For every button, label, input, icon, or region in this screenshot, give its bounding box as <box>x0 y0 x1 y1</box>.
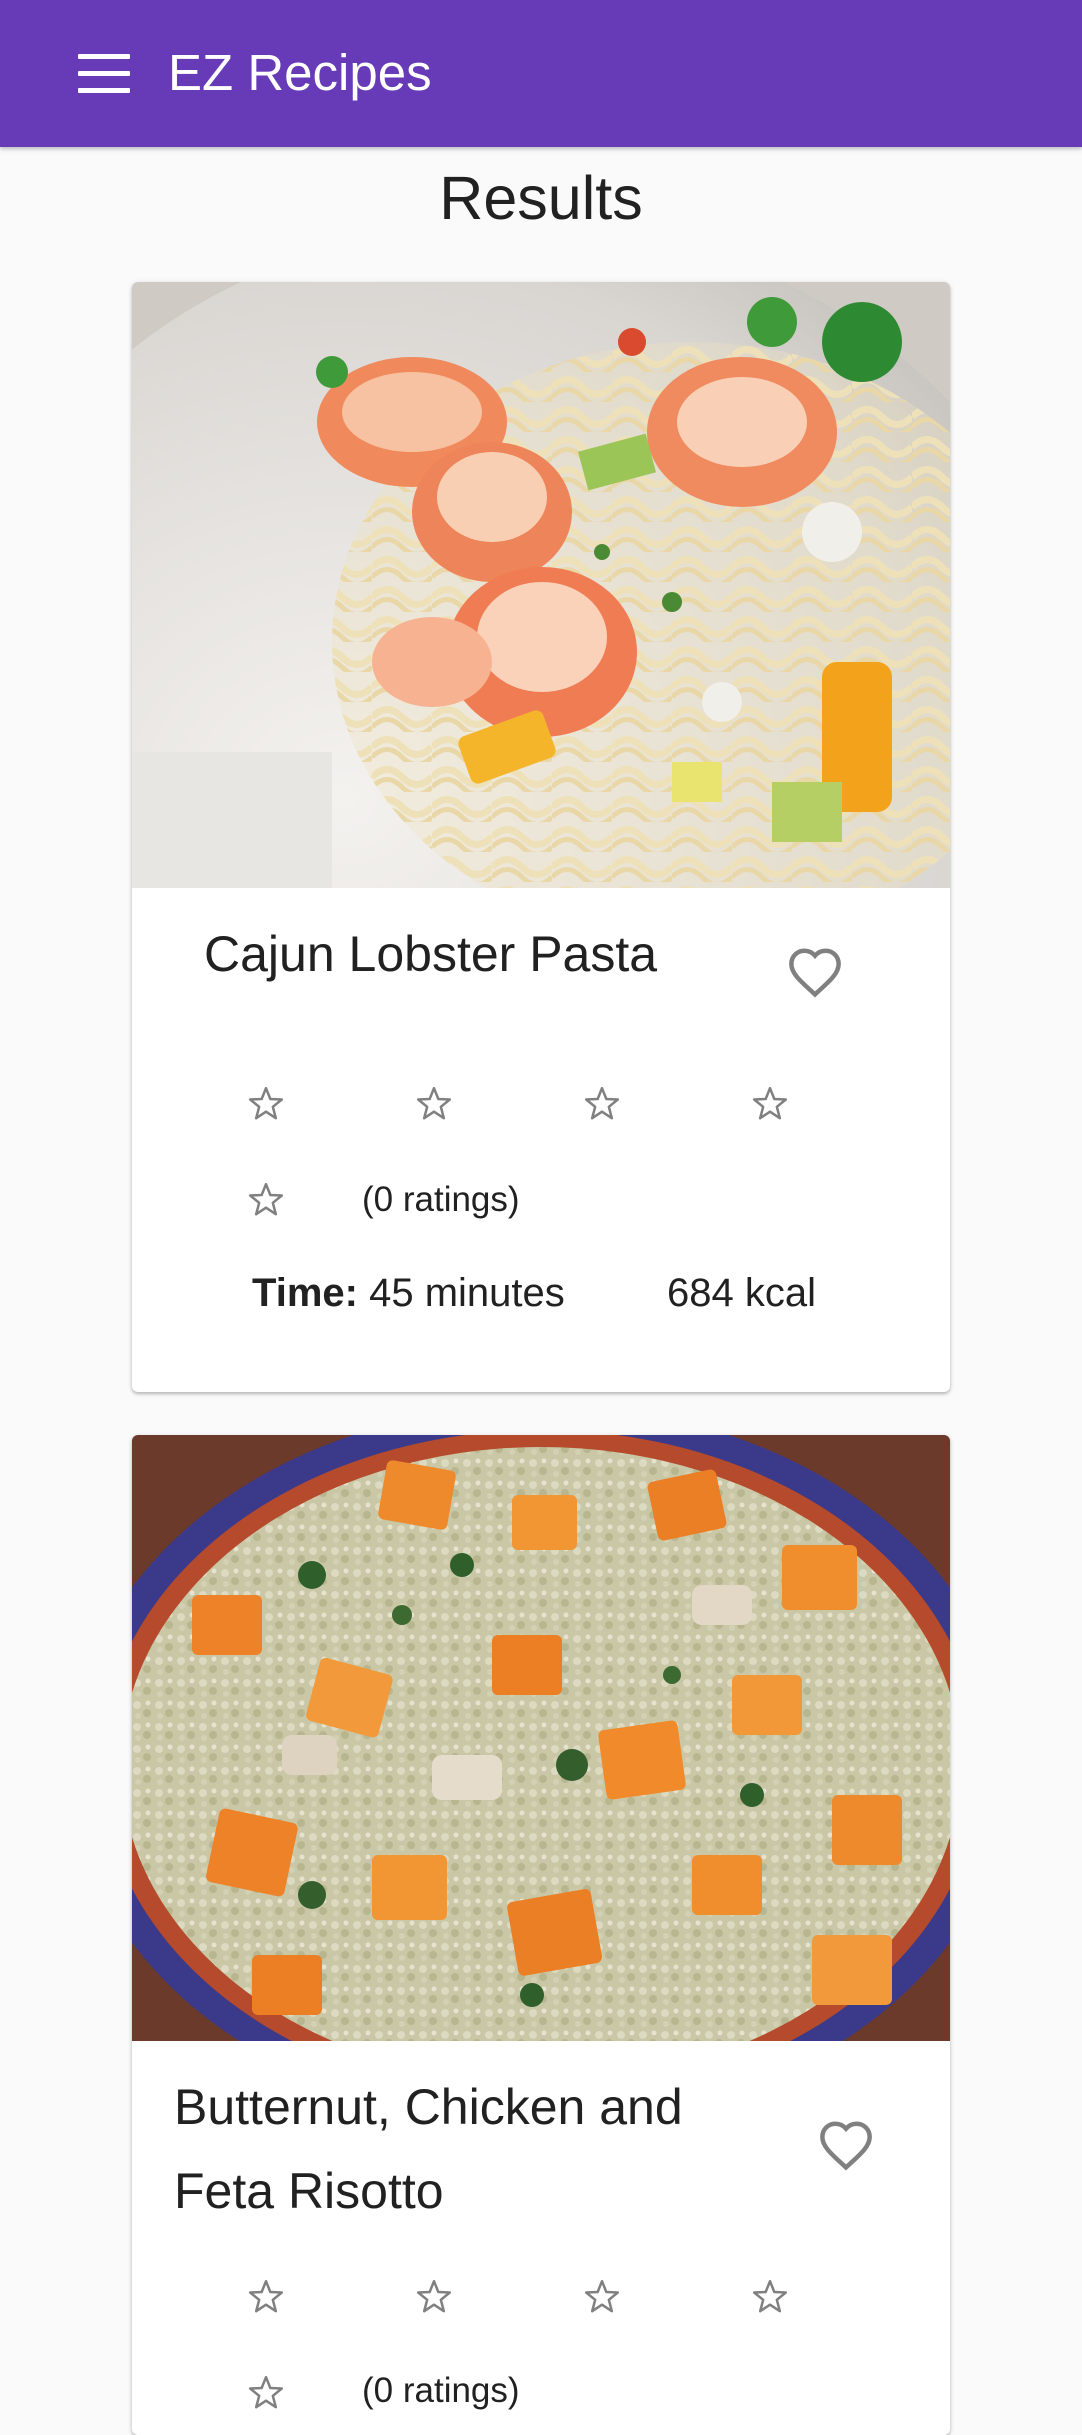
rating-star-icon[interactable] <box>246 1180 286 1220</box>
recipe-title-line: Feta Risotto <box>174 2163 444 2219</box>
calories: 684 kcal <box>667 1271 816 1315</box>
rating-star-icon[interactable] <box>750 2277 790 2317</box>
rating-star-icon[interactable] <box>414 2277 454 2317</box>
recipe-title: Cajun Lobster Pasta <box>204 926 658 982</box>
rating-star-icon[interactable] <box>414 1084 454 1124</box>
rating-star-icon[interactable] <box>750 1084 790 1124</box>
recipe-image <box>132 282 950 888</box>
time-label: Time: <box>252 1271 358 1315</box>
rating-star-icon[interactable] <box>582 1084 622 1124</box>
heart-outline-icon[interactable] <box>786 946 844 998</box>
recipe-title: Butternut, Chicken and Feta Risotto <box>174 2065 683 2233</box>
app-title: EZ Recipes <box>168 44 432 101</box>
ratings-count: (0 ratings) <box>362 1180 520 1219</box>
recipe-card[interactable]: Cajun Lobster Pasta (0 ratings) Time: 45… <box>132 282 950 1392</box>
app-bar: EZ Recipes <box>0 0 1082 147</box>
rating-star-icon[interactable] <box>246 2277 286 2317</box>
hamburger-menu-icon[interactable] <box>78 54 130 94</box>
recipe-image <box>132 1435 950 2041</box>
recipe-card[interactable]: Butternut, Chicken and Feta Risotto (0 r… <box>132 1435 950 2435</box>
rating-star-icon[interactable] <box>246 2373 286 2413</box>
time-value: 45 minutes <box>369 1271 565 1315</box>
page-title: Results <box>439 164 643 232</box>
recipe-title-line: Butternut, Chicken and <box>174 2079 683 2135</box>
cook-time: Time: 45 minutes <box>252 1268 565 1318</box>
rating-star-icon[interactable] <box>246 1084 286 1124</box>
rating-star-icon[interactable] <box>582 2277 622 2317</box>
ratings-count: (0 ratings) <box>362 2371 520 2410</box>
heart-outline-icon[interactable] <box>817 2119 875 2171</box>
